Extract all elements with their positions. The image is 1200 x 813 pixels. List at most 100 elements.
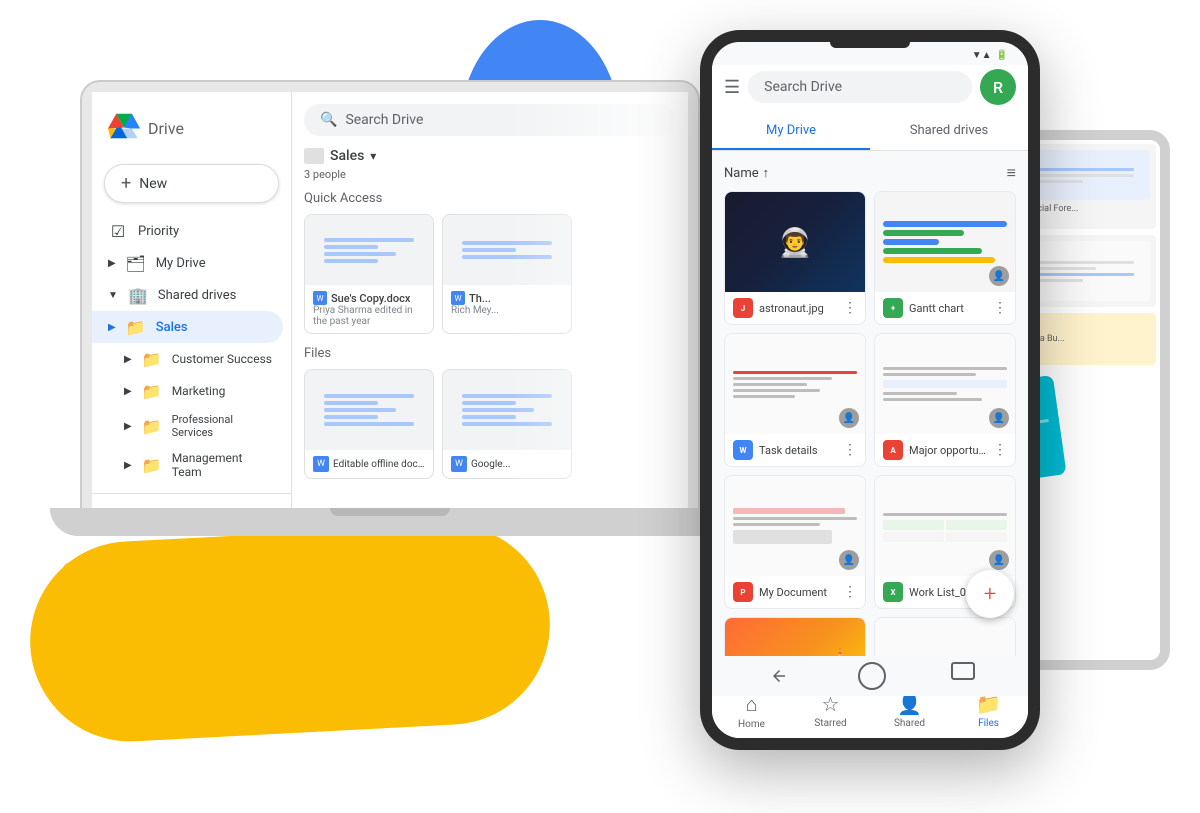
gantt-preview [883,218,1007,266]
sidebar-item-management[interactable]: ▶ 📁 Management Team [92,445,291,485]
bottom-nav-shared[interactable]: 👤 Shared [870,692,949,730]
tab-shared-drives-label: Shared drives [910,123,988,138]
file-more-5[interactable]: ⋮ [843,584,857,600]
sidebar-item-customer-success[interactable]: ▶ 📁 Customer Success [92,343,291,375]
qa-card-2-preview [443,215,571,285]
hamburger-icon[interactable]: ☰ [724,77,740,98]
task-line-3 [733,383,807,386]
arrow-icon: ▶ [108,258,116,269]
laptop-device: Drive + New ☑ Priority ▶ 🗂 My Drive ▼ [80,80,720,680]
folder-header-thumbnail [304,148,324,164]
major-line-4 [883,392,957,395]
file-card-2[interactable]: W Google... [442,369,572,479]
sheets-file-icon-1: + [883,298,903,318]
sidebar-item-marketing[interactable]: ▶ 📁 Marketing [92,375,291,407]
qa-card-2-info: W Th... Rich Mey... [443,285,571,322]
mydrive-label: My Drive [156,256,206,271]
f-line-4 [324,415,378,419]
file-card-1[interactable]: W Editable offline docu... [304,369,434,479]
qa-card-2[interactable]: W Th... Rich Mey... [442,214,572,334]
folder-people-count: 3 people [304,168,676,181]
plus-icon: + [121,173,131,194]
phone-avatar[interactable]: R [980,69,1016,105]
phone-header: ☰ Search Drive R [712,65,1028,113]
sheets-icon-letter-2: X [890,588,895,597]
wl-cell-3 [883,532,944,542]
file-more-2[interactable]: ⋮ [993,300,1007,316]
sidebar-item-priority[interactable]: ☑ Priority [92,215,291,247]
mydrive-icon: 🗂 [126,253,146,273]
file-more-1[interactable]: ⋮ [843,300,857,316]
arrow-icon6: ▶ [124,460,132,471]
file-info-2: + Gantt chart ⋮ [875,292,1015,324]
sort-label-group[interactable]: Name ↑ [724,165,769,181]
file-thumb-major: 👤 [875,334,1015,434]
gantt-bar-3 [883,239,939,245]
docs-file-icon-1: W [733,440,753,460]
sort-row: Name ↑ ≡ [724,159,1016,191]
task-line-1 [733,371,857,374]
phone-search-bar[interactable]: Search Drive [748,71,972,103]
f2-line-3 [462,408,534,412]
sidebar-item-shared-drives[interactable]: ▼ 🏢 Shared drives [92,279,291,311]
new-button[interactable]: + New [104,164,279,203]
phone-file-card-3[interactable]: 👤 W Task details ⋮ [724,333,866,467]
tab-shared-drives[interactable]: Shared drives [870,113,1028,150]
sort-label: Name [724,166,759,181]
sheets-icon-letter-1: + [891,304,895,313]
laptop-base [50,508,730,536]
file-more-3[interactable]: ⋮ [843,442,857,458]
phone-file-card-5[interactable]: 👤 P My Document ⋮ [724,475,866,609]
drive-search[interactable]: 🔍 Search Drive [304,104,676,136]
phone-file-card-2[interactable]: 👤 + Gantt chart ⋮ [874,191,1016,325]
folder-dropdown-icon: ▾ [370,149,376,163]
f2-line-2 [462,401,516,405]
mgmt-label: Management Team [172,451,275,479]
bottom-nav-starred[interactable]: ☆ Starred [791,692,870,730]
task-avatar-badge: 👤 [839,408,859,428]
recents-button[interactable] [951,662,975,680]
bottom-nav-home[interactable]: ⌂ Home [712,692,791,730]
files-grid: W Editable offline docu... [304,369,676,479]
sidebar-item-professional[interactable]: ▶ 📁 Professional Services [92,407,291,445]
image-file-icon-1: J [733,298,753,318]
file-name-5: My Document [759,586,837,599]
back-button[interactable] [765,662,793,690]
file-card-1-info: W Editable offline docu... [305,450,433,478]
signal-icon: ▼▲ [972,50,992,61]
qa-line-2 [324,245,378,249]
mydoc-line-title [733,508,845,514]
arrow-down-icon: ▼ [108,290,118,301]
folder-header: Sales ▾ [304,148,676,164]
phone-files-grid: 👨‍🚀 J astronaut.jpg ⋮ [724,191,1016,687]
qa-card-1[interactable]: W Sue's Copy.docx Priya Sharma edited in… [304,214,434,334]
wl-cell-4 [946,532,1007,542]
sort-arrow: ↑ [763,165,770,181]
tab-my-drive[interactable]: My Drive [712,113,870,150]
list-view-icon[interactable]: ≡ [1007,163,1016,183]
file-card-2-preview [443,370,571,450]
sidebar-item-mydrive[interactable]: ▶ 🗂 My Drive [92,247,291,279]
file-info-3: W Task details ⋮ [725,434,865,466]
file-info-4: A Major opportu... ⋮ [875,434,1015,466]
mgmt-folder-icon: 📁 [142,455,162,475]
astronaut-bg: 👨‍🚀 [725,192,865,292]
bottom-nav-files[interactable]: 📁 Files [949,692,1028,730]
doc-file-icon-2: W [451,456,467,472]
file-more-4[interactable]: ⋮ [993,442,1007,458]
phone-file-card-1[interactable]: 👨‍🚀 J astronaut.jpg ⋮ [724,191,866,325]
gantt-bar-2 [883,230,964,236]
fab-add-button[interactable]: + [966,570,1014,618]
sidebar-item-sales[interactable]: ▶ 📁 Sales [92,311,283,343]
qa-card-2-name: Th... [469,292,491,305]
task-line-2 [733,377,832,380]
worklist-grid [883,520,1007,542]
phone-body: ▼▲ 🔋 ☰ Search Drive R My Drive [700,30,1040,750]
f-line-5 [324,422,414,426]
home-button[interactable] [858,662,886,690]
phone-file-card-4[interactable]: 👤 A Major opportu... ⋮ [874,333,1016,467]
android-nav-bar [712,656,1028,696]
files-nav-label: Files [978,718,999,729]
gantt-bar-4 [883,248,982,254]
quick-access-grid: W Sue's Copy.docx Priya Sharma edited in… [304,214,676,334]
